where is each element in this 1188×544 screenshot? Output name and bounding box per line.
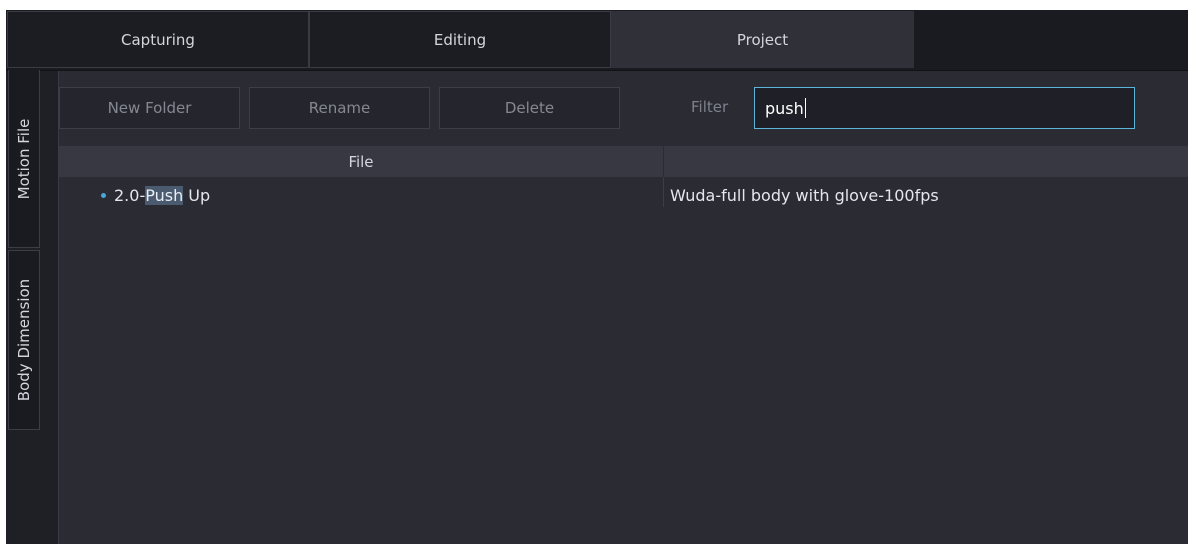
description-cell: Wuda-full body with glove-100fps [670, 185, 939, 205]
file-name-suffix: Up [183, 185, 211, 205]
side-tab-motion-file[interactable]: Motion File [8, 70, 40, 248]
file-name-cell: 2.0- Push Up [101, 177, 210, 213]
app-window: Capturing Editing Project Motion File Bo… [6, 10, 1188, 544]
filter-input-value: push [765, 98, 804, 118]
rename-button[interactable]: Rename [249, 87, 430, 129]
tab-capturing[interactable]: Capturing [7, 11, 309, 68]
tab-project[interactable]: Project [611, 11, 914, 68]
file-name-prefix: 2.0- [114, 185, 146, 205]
column-divider [663, 177, 664, 207]
bullet-icon [101, 192, 106, 198]
column-header-file[interactable]: File [59, 146, 664, 177]
filter-label: Filter [691, 98, 729, 116]
table-row[interactable]: 2.0- Push Up Wuda-full body with glove-10… [59, 177, 1188, 213]
tab-editing[interactable]: Editing [309, 11, 611, 68]
side-tab-motion-file-label: Motion File [15, 118, 33, 199]
text-caret [804, 98, 806, 118]
filter-match-highlight: Push [145, 185, 184, 205]
column-header-description[interactable] [664, 146, 1188, 177]
table-header: File [59, 146, 1188, 177]
filter-input[interactable]: push [754, 87, 1135, 129]
new-folder-button[interactable]: New Folder [59, 87, 240, 129]
delete-button[interactable]: Delete [439, 87, 620, 129]
side-tab-body-dimension[interactable]: Body Dimension [8, 250, 40, 430]
project-panel: New Folder Rename Delete Filter push Fil… [58, 71, 1188, 544]
top-tab-bar: Capturing Editing Project [6, 10, 1188, 71]
side-tab-body-dimension-label: Body Dimension [15, 278, 33, 402]
